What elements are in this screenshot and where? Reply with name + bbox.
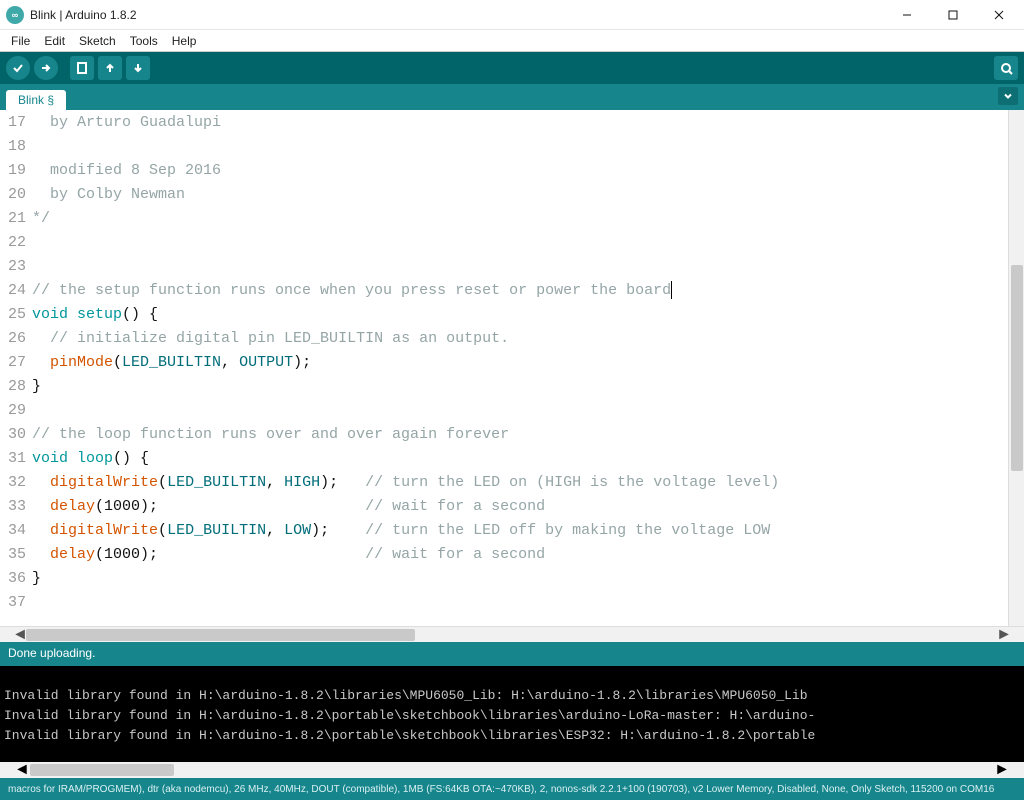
code-line: void setup() {	[32, 303, 1024, 327]
verify-button[interactable]	[6, 56, 30, 80]
save-sketch-button[interactable]	[126, 56, 150, 80]
code-line: delay(1000); // wait for a second	[32, 495, 1024, 519]
upload-button[interactable]	[34, 56, 58, 80]
code-line: by Colby Newman	[32, 183, 1024, 207]
code-line: pinMode(LED_BUILTIN, OUTPUT);	[32, 351, 1024, 375]
close-button[interactable]	[976, 0, 1022, 30]
editor-horizontal-scrollbar[interactable]: ◄ ►	[0, 626, 1024, 642]
board-config-text: macros for IRAM/PROGMEM), dtr (aka nodem…	[8, 784, 1016, 795]
scroll-left-arrow-icon[interactable]: ◄	[14, 761, 30, 779]
toolbar	[0, 52, 1024, 84]
menubar: File Edit Sketch Tools Help	[0, 30, 1024, 52]
code-line: digitalWrite(LED_BUILTIN, HIGH); // turn…	[32, 471, 1024, 495]
code-line: */	[32, 207, 1024, 231]
code-line: // the loop function runs over and over …	[32, 423, 1024, 447]
code-line: digitalWrite(LED_BUILTIN, LOW); // turn …	[32, 519, 1024, 543]
menu-tools[interactable]: Tools	[123, 32, 165, 50]
open-sketch-button[interactable]	[98, 56, 122, 80]
menu-edit[interactable]: Edit	[37, 32, 72, 50]
minimize-button[interactable]	[884, 0, 930, 30]
code-line: modified 8 Sep 2016	[32, 159, 1024, 183]
code-line	[32, 231, 1024, 255]
code-line	[32, 591, 1024, 615]
scrollbar-thumb[interactable]	[1011, 265, 1023, 471]
code-area[interactable]: by Arturo Guadalupi modified 8 Sep 2016 …	[32, 110, 1024, 626]
editor-vertical-scrollbar[interactable]	[1008, 110, 1024, 626]
maximize-button[interactable]	[930, 0, 976, 30]
code-line	[32, 135, 1024, 159]
code-line	[32, 399, 1024, 423]
menu-help[interactable]: Help	[165, 32, 204, 50]
scroll-left-arrow-icon[interactable]: ◄	[14, 629, 26, 641]
board-info-footer: macros for IRAM/PROGMEM), dtr (aka nodem…	[0, 778, 1024, 800]
tab-menu-dropdown[interactable]	[998, 87, 1018, 105]
code-line: by Arturo Guadalupi	[32, 111, 1024, 135]
titlebar: ∞ Blink | Arduino 1.8.2	[0, 0, 1024, 30]
code-line: delay(1000); // wait for a second	[32, 543, 1024, 567]
scroll-right-arrow-icon[interactable]: ►	[994, 761, 1010, 779]
code-line: }	[32, 375, 1024, 399]
status-bar: Done uploading.	[0, 642, 1024, 666]
new-sketch-button[interactable]	[70, 56, 94, 80]
scrollbar-thumb[interactable]	[26, 629, 415, 641]
output-console[interactable]: Invalid library found in H:\arduino-1.8.…	[0, 666, 1024, 762]
console-line: Invalid library found in H:\arduino-1.8.…	[4, 686, 1020, 706]
console-line: Invalid library found in H:\arduino-1.8.…	[4, 726, 1020, 746]
text-cursor	[671, 281, 672, 299]
window-title: Blink | Arduino 1.8.2	[30, 8, 137, 22]
console-horizontal-scrollbar[interactable]: ◄ ►	[0, 762, 1024, 778]
scrollbar-thumb[interactable]	[30, 764, 175, 776]
code-line: void loop() {	[32, 447, 1024, 471]
scroll-right-arrow-icon[interactable]: ►	[998, 629, 1010, 641]
tab-blink[interactable]: Blink §	[6, 90, 66, 110]
console-line: Invalid library found in H:\arduino-1.8.…	[4, 706, 1020, 726]
code-line: // initialize digital pin LED_BUILTIN as…	[32, 327, 1024, 351]
code-editor[interactable]: 1718192021222324252627282930313233343536…	[0, 110, 1024, 626]
serial-monitor-button[interactable]	[994, 56, 1018, 80]
code-line	[32, 255, 1024, 279]
code-line: // the setup function runs once when you…	[32, 279, 1024, 303]
code-line: }	[32, 567, 1024, 591]
tab-bar: Blink §	[0, 84, 1024, 110]
menu-sketch[interactable]: Sketch	[72, 32, 123, 50]
app-logo-icon: ∞	[6, 6, 24, 24]
line-number-gutter: 1718192021222324252627282930313233343536…	[0, 110, 32, 626]
menu-file[interactable]: File	[4, 32, 37, 50]
